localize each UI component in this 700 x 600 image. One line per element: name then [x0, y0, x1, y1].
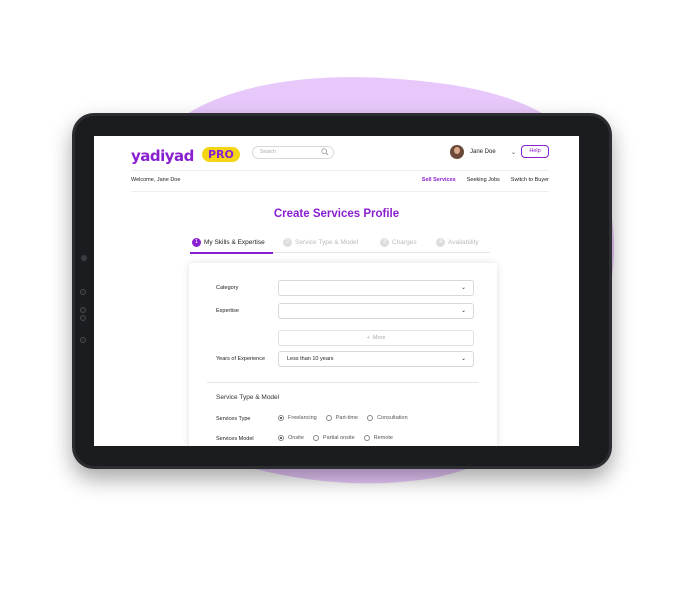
- nav-sell-services[interactable]: Sell Services: [422, 177, 456, 183]
- nav-links: Sell Services Seeking Jobs Switch to Buy…: [422, 177, 549, 183]
- search-input[interactable]: Search: [252, 146, 334, 159]
- chevron-down-icon: ⌄: [460, 285, 466, 291]
- step-number: 1: [192, 238, 201, 247]
- radio-part-time[interactable]: Part-time: [325, 415, 359, 421]
- search-placeholder: Search: [260, 149, 276, 155]
- logo[interactable]: yadiyad: [131, 147, 194, 165]
- radio-partial-onsite[interactable]: Partial onsite: [312, 435, 355, 441]
- category-label: Category: [216, 285, 239, 291]
- services-model-label: Services Model: [216, 436, 254, 442]
- radio-label: Remote: [373, 435, 393, 441]
- category-select[interactable]: ⌄: [278, 280, 474, 296]
- radio-icon: [363, 435, 370, 441]
- step-charges[interactable]: 3 Charges: [380, 238, 417, 247]
- chevron-down-icon: ⌄: [460, 356, 466, 362]
- step-label: My Skills & Expertise: [204, 239, 265, 246]
- welcome-text: Welcome, Jane Doe: [131, 177, 181, 183]
- services-type-options: Freelancing Part-time Consultation: [278, 415, 408, 421]
- tablet-frame: yadiyad PRO Search Jane Doe ⌄ Help Welco…: [72, 113, 612, 469]
- side-button: [80, 315, 86, 321]
- divider: [207, 382, 479, 383]
- form-card: Category ⌄ Expertise ⌄ + More Years of E…: [189, 263, 497, 446]
- radio-icon: [312, 435, 319, 441]
- radio-label: Onsite: [288, 435, 304, 441]
- nav-switch-to-buyer[interactable]: Switch to Buyer: [511, 177, 549, 183]
- help-button[interactable]: Help: [521, 145, 549, 158]
- stepper: 1 My Skills & Expertise 2 Service Type &…: [190, 236, 490, 256]
- side-button: [80, 337, 86, 343]
- radio-freelancing[interactable]: Freelancing: [278, 415, 317, 421]
- side-button: [80, 307, 86, 313]
- step-service-type[interactable]: 2 Service Type & Model: [283, 238, 358, 247]
- step-availability[interactable]: 4 Availability: [436, 238, 479, 247]
- user-name[interactable]: Jane Doe: [470, 149, 496, 155]
- step-number: 4: [436, 238, 445, 247]
- step-label: Charges: [392, 239, 417, 246]
- chevron-down-icon[interactable]: ⌄: [511, 149, 516, 156]
- radio-label: Consultation: [377, 415, 408, 421]
- step-label: Availability: [448, 239, 479, 246]
- more-label: More: [372, 335, 386, 341]
- radio-selected-icon: [278, 415, 284, 421]
- nav-bar: Welcome, Jane Doe Sell Services Seeking …: [131, 170, 549, 192]
- pro-badge: PRO: [202, 147, 240, 162]
- section-title: Service Type & Model: [216, 394, 280, 401]
- avatar[interactable]: [450, 145, 464, 159]
- nav-seeking-jobs[interactable]: Seeking Jobs: [467, 177, 500, 183]
- expertise-select[interactable]: ⌄: [278, 303, 474, 319]
- radio-label: Freelancing: [288, 415, 317, 421]
- more-button[interactable]: + More: [278, 330, 474, 346]
- radio-remote[interactable]: Remote: [363, 435, 393, 441]
- active-step-underline: [190, 252, 273, 254]
- radio-consultation[interactable]: Consultation: [367, 415, 408, 421]
- radio-onsite[interactable]: Onsite: [278, 435, 304, 441]
- services-model-options: Onsite Partial onsite Remote: [278, 435, 393, 441]
- tablet-screen: yadiyad PRO Search Jane Doe ⌄ Help Welco…: [94, 136, 579, 446]
- years-value: Less than 10 years: [287, 356, 334, 362]
- stepper-line: [273, 252, 490, 253]
- chevron-down-icon: ⌄: [460, 308, 466, 314]
- top-bar: yadiyad PRO Search Jane Doe ⌄ Help: [94, 136, 579, 168]
- step-label: Service Type & Model: [295, 239, 359, 246]
- radio-icon: [367, 415, 374, 421]
- step-skills[interactable]: 1 My Skills & Expertise: [192, 238, 265, 247]
- search-icon[interactable]: [321, 148, 329, 156]
- page-title: Create Services Profile: [273, 208, 400, 220]
- step-number: 3: [380, 238, 389, 247]
- expertise-label: Expertise: [216, 308, 239, 314]
- radio-icon: [325, 415, 332, 421]
- side-button: [80, 289, 86, 295]
- services-type-label: Services Type: [216, 416, 251, 422]
- years-label: Years of Experience: [216, 356, 266, 362]
- radio-label: Part-time: [335, 415, 359, 421]
- step-number: 2: [283, 238, 292, 247]
- radio-selected-icon: [278, 435, 284, 441]
- radio-label: Partial onsite: [322, 435, 355, 441]
- camera-icon: [81, 255, 87, 261]
- years-select[interactable]: Less than 10 years ⌄: [278, 351, 474, 367]
